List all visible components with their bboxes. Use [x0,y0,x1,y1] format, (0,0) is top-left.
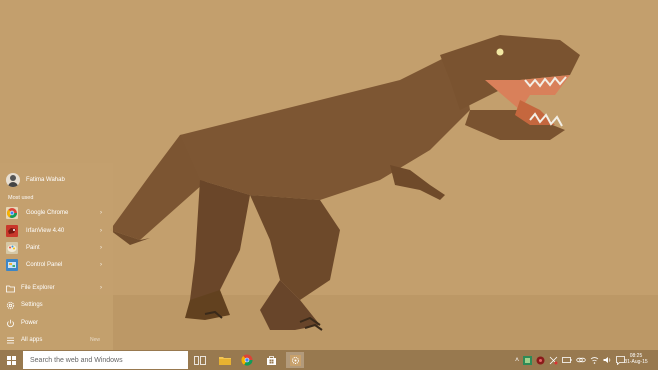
chevron-up-icon[interactable]: ˄ [515,357,519,364]
app-label: Control Panel [26,262,63,268]
gear-icon [6,301,15,309]
paint-icon [6,242,18,254]
file-explorer-item[interactable]: File Explorer › [6,282,106,294]
search-placeholder: Search the web and Windows [30,356,123,364]
power-item[interactable]: Power [6,317,106,329]
chevron-right-icon[interactable]: › [100,285,102,291]
app-item-control-panel[interactable]: Control Panel › [6,258,106,272]
chrome-taskbar-button[interactable] [238,352,256,368]
new-badge: New [89,337,100,343]
network-icon[interactable] [549,356,558,365]
tray-app-icon[interactable] [536,356,545,365]
app-label: Paint [26,245,40,251]
battery-icon[interactable] [562,356,572,364]
all-apps-item[interactable]: All apps New [6,334,106,346]
file-explorer-icon [219,357,231,365]
app-tray-icon[interactable] [523,355,533,365]
clock[interactable]: 08:25 31-Aug-15 [620,353,652,365]
settings-app-icon [289,354,301,366]
file-explorer-taskbar-button[interactable] [216,352,234,368]
chevron-right-icon[interactable]: › [100,245,102,251]
irfanview-icon [6,225,18,237]
sys-label: All apps [21,337,43,343]
chevron-right-icon[interactable]: › [100,262,102,268]
chrome-icon [241,354,253,366]
wifi-icon[interactable] [590,356,599,364]
store-icon [266,355,276,365]
power-icon [7,319,14,327]
app-label: Google Chrome [26,210,69,216]
task-view-icon [194,355,206,365]
store-taskbar-button[interactable] [262,352,280,368]
taskbar: Search the web and Windows ˄ 08:25 31-Au… [0,350,658,370]
chevron-right-icon[interactable]: › [100,210,102,216]
volume-icon[interactable] [603,356,612,364]
settings-taskbar-button[interactable] [286,352,304,368]
most-used-heading: Most used [8,195,34,201]
app-item-paint[interactable]: Paint › [6,241,106,255]
sys-label: File Explorer [21,285,55,291]
user-account[interactable]: Fatima Wahab [6,173,65,187]
settings-item[interactable]: Settings [6,299,106,311]
chevron-right-icon[interactable]: › [100,228,102,234]
sys-label: Power [21,320,39,326]
task-view-button[interactable] [191,352,209,368]
link-icon[interactable] [576,356,586,364]
folder-icon [6,285,15,292]
system-tray: ˄ [515,350,625,370]
user-name: Fatima Wahab [26,177,65,183]
start-menu: Fatima Wahab Most used Google Chrome › I… [0,163,113,350]
app-label: IrfanView 4.40 [26,228,65,234]
app-item-irfanview[interactable]: IrfanView 4.40 › [6,224,106,238]
sys-label: Settings [21,302,43,308]
windows-logo-icon [6,355,16,365]
search-input[interactable]: Search the web and Windows [23,351,188,369]
start-button[interactable] [0,350,22,370]
chrome-icon [6,207,18,219]
control-panel-icon [6,259,18,271]
list-icon [7,337,14,343]
clock-date: 31-Aug-15 [624,359,648,365]
avatar [6,173,20,187]
app-item-google-chrome[interactable]: Google Chrome › [6,206,106,220]
